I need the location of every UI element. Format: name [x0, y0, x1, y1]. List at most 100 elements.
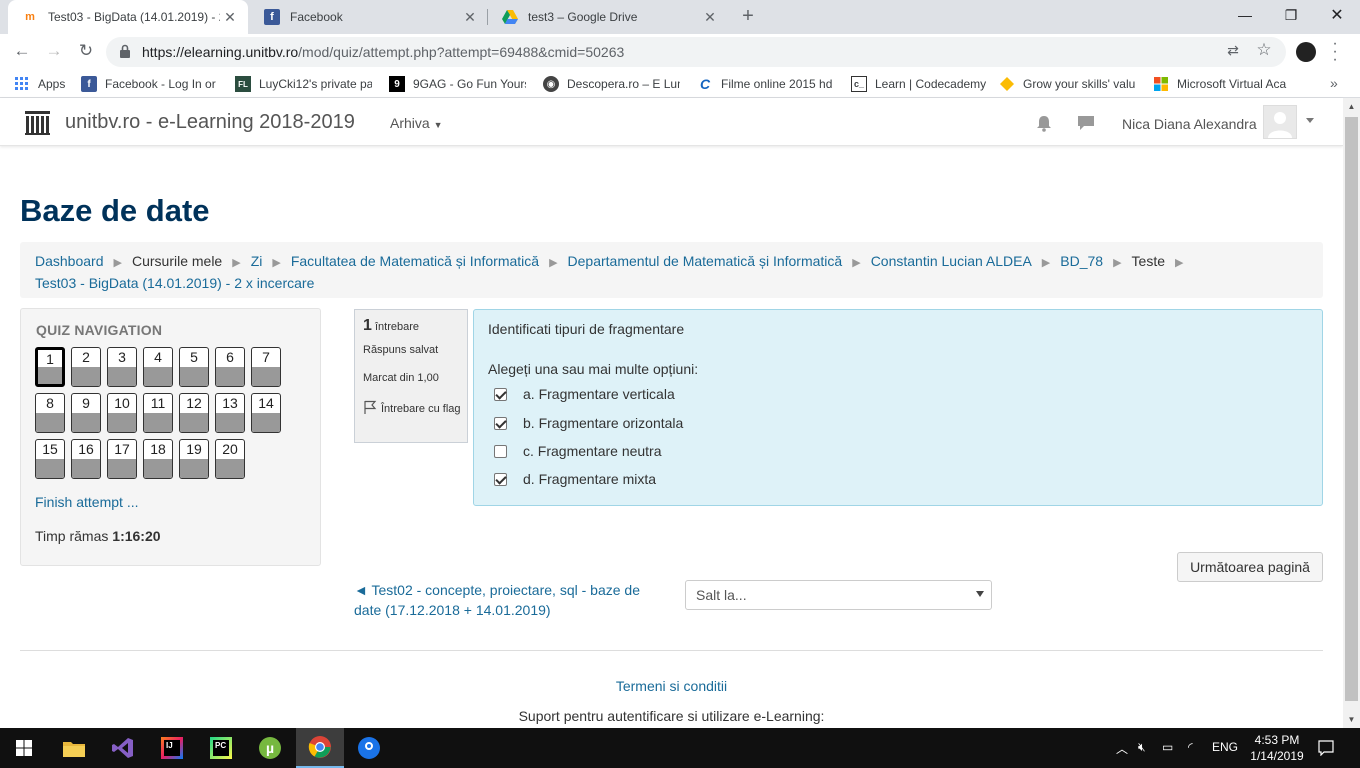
window-close-icon[interactable]: ✕ — [1314, 0, 1360, 30]
notification-bell-icon[interactable] — [1035, 114, 1053, 132]
bookmark-microsoft[interactable]: Microsoft Virtual Aca — [1153, 75, 1290, 93]
breadcrumb-course[interactable]: BD_78 — [1060, 253, 1103, 269]
answer-checkbox[interactable] — [494, 416, 507, 430]
scroll-up-icon[interactable]: ▲ — [1343, 98, 1360, 115]
quiz-nav-question-19[interactable]: 19 — [179, 439, 209, 479]
university-logo-icon[interactable] — [25, 111, 50, 135]
bookmark-grow[interactable]: Grow your skills' valu — [999, 75, 1136, 93]
site-brand[interactable]: unitbv.ro - e-Learning 2018-2019 — [65, 111, 355, 134]
arhiva-menu[interactable]: Arhiva ▼ — [390, 115, 443, 131]
system-clock[interactable]: 4:53 PM 1/14/2019 — [1246, 732, 1308, 764]
answer-checkbox[interactable] — [494, 472, 507, 486]
breadcrumb-teacher[interactable]: Constantin Lucian ALDEA — [871, 253, 1032, 269]
quiz-nav-question-8[interactable]: 8 — [35, 393, 65, 433]
quiz-nav-question-14[interactable]: 14 — [251, 393, 281, 433]
quiz-nav-question-20[interactable]: 20 — [215, 439, 245, 479]
address-bar[interactable]: https://elearning.unitbv.ro/mod/quiz/att… — [106, 37, 1286, 67]
answer-label[interactable]: b. Fragmentare orizontala — [523, 415, 683, 431]
bookmark-filme[interactable]: C Filme online 2015 hd — [697, 75, 834, 93]
user-name[interactable]: Nica Diana Alexandra — [1122, 116, 1257, 132]
volume-muted-icon[interactable]: 🔇︎ — [1138, 740, 1146, 755]
quiz-nav-question-1[interactable]: 1 — [35, 347, 65, 387]
answer-option-a[interactable]: a. Fragmentare verticala — [494, 384, 675, 404]
file-explorer-icon[interactable] — [50, 728, 98, 768]
minimize-icon[interactable]: — — [1222, 0, 1268, 30]
tray-expand-icon[interactable]: ︿ — [1116, 740, 1128, 757]
scroll-thumb[interactable] — [1345, 117, 1358, 701]
breadcrumb-zi[interactable]: Zi — [251, 253, 263, 269]
windows-start-icon[interactable] — [0, 728, 48, 768]
quiz-nav-question-13[interactable]: 13 — [215, 393, 245, 433]
tab-facebook[interactable]: f Facebook ✕ — [250, 0, 488, 34]
answer-label[interactable]: a. Fragmentare verticala — [523, 386, 675, 402]
quiz-nav-question-6[interactable]: 6 — [215, 347, 245, 387]
answer-option-d[interactable]: d. Fragmentare mixta — [494, 469, 656, 489]
close-icon[interactable]: ✕ — [700, 9, 720, 26]
quiz-nav-question-4[interactable]: 4 — [143, 347, 173, 387]
flag-question-link[interactable]: Întrebare cu flag — [363, 399, 463, 419]
wifi-icon[interactable]: ◜ — [1188, 740, 1193, 754]
answer-option-b[interactable]: b. Fragmentare orizontala — [494, 413, 683, 433]
quiz-nav-question-17[interactable]: 17 — [107, 439, 137, 479]
quiz-nav-question-3[interactable]: 3 — [107, 347, 137, 387]
bookmark-apps[interactable]: Apps — [14, 75, 74, 93]
bookmark-luycki[interactable]: FL LuyCki12's private pa — [235, 75, 372, 93]
answer-checkbox[interactable] — [494, 387, 507, 401]
bookmark-codecademy[interactable]: c_ Learn | Codecademy — [851, 75, 988, 93]
bookmark-star-icon[interactable]: ☆ — [1254, 40, 1274, 60]
more-bookmarks-icon[interactable]: » — [1330, 75, 1338, 91]
bookmark-facebook[interactable]: f Facebook - Log In or — [81, 75, 218, 93]
bookmark-9gag[interactable]: 9 9GAG - Go Fun Yours — [389, 75, 526, 93]
visual-studio-icon[interactable] — [99, 728, 147, 768]
pycharm-icon[interactable]: PC — [197, 728, 245, 768]
close-icon[interactable]: ✕ — [220, 9, 240, 26]
page-scrollbar[interactable]: ▲ ▼ — [1343, 98, 1360, 728]
quiz-nav-question-9[interactable]: 9 — [71, 393, 101, 433]
answer-option-c[interactable]: c. Fragmentare neutra — [494, 441, 662, 461]
breadcrumb-department[interactable]: Departamentul de Matematică și Informati… — [568, 253, 843, 269]
breadcrumb-quiz[interactable]: Test03 - BigData (14.01.2019) - 2 x ince… — [35, 275, 314, 291]
language-indicator[interactable]: ENG — [1212, 740, 1238, 754]
answer-label[interactable]: d. Fragmentare mixta — [523, 471, 656, 487]
user-menu-caret-icon[interactable] — [1306, 118, 1314, 123]
messages-icon[interactable] — [1077, 114, 1095, 132]
avatar[interactable] — [1263, 105, 1297, 139]
quiz-nav-question-18[interactable]: 18 — [143, 439, 173, 479]
quiz-nav-question-11[interactable]: 11 — [143, 393, 173, 433]
tab-google-drive[interactable]: test3 – Google Drive ✕ — [488, 0, 728, 34]
back-icon[interactable]: ← — [10, 41, 34, 63]
new-tab-icon[interactable]: + — [737, 5, 759, 28]
scroll-down-icon[interactable]: ▼ — [1343, 711, 1360, 728]
breadcrumb-faculty[interactable]: Facultatea de Matematică și Informatică — [291, 253, 539, 269]
quiz-nav-question-10[interactable]: 10 — [107, 393, 137, 433]
battery-icon[interactable]: ▭ — [1162, 740, 1173, 754]
bookmark-descopera[interactable]: ◉ Descopera.ro – E Lum — [543, 75, 680, 93]
quiz-nav-question-7[interactable]: 7 — [251, 347, 281, 387]
quiz-nav-question-15[interactable]: 15 — [35, 439, 65, 479]
utorrent-icon[interactable]: µ — [246, 728, 294, 768]
chrome-taskbar-icon[interactable] — [296, 728, 344, 768]
reload-icon[interactable]: ↻ — [74, 41, 98, 63]
finish-attempt-link[interactable]: Finish attempt ... — [35, 494, 138, 510]
answer-checkbox[interactable] — [494, 444, 507, 458]
answer-label[interactable]: c. Fragmentare neutra — [523, 443, 662, 459]
tab-quiz[interactable]: m Test03 - BigData (14.01.2019) - 2 ✕ — [8, 0, 248, 34]
maps-pin-icon[interactable] — [345, 728, 393, 768]
translate-icon[interactable]: ⇄ — [1223, 42, 1243, 62]
breadcrumb-dashboard[interactable]: Dashboard — [35, 253, 104, 269]
quiz-nav-question-16[interactable]: 16 — [71, 439, 101, 479]
quiz-nav-question-12[interactable]: 12 — [179, 393, 209, 433]
forward-icon[interactable]: → — [42, 41, 66, 63]
action-center-icon[interactable] — [1304, 728, 1348, 768]
intellij-icon[interactable]: IJ — [148, 728, 196, 768]
previous-activity-link[interactable]: ◄ Test02 - concepte, proiectare, sql - b… — [354, 580, 654, 620]
restore-icon[interactable]: ❐ — [1268, 0, 1314, 30]
terms-link-text[interactable]: Termeni si conditii — [616, 678, 727, 694]
jump-to-select[interactable]: Salt la... — [685, 580, 992, 610]
close-icon[interactable]: ✕ — [460, 9, 480, 26]
quiz-nav-question-2[interactable]: 2 — [71, 347, 101, 387]
chrome-menu-icon[interactable]: · · · — [1330, 36, 1340, 68]
terms-link[interactable]: Termeni si conditii — [0, 678, 1343, 694]
profile-avatar-icon[interactable] — [1296, 42, 1316, 62]
next-page-button[interactable]: Următoarea pagină — [1177, 552, 1323, 582]
